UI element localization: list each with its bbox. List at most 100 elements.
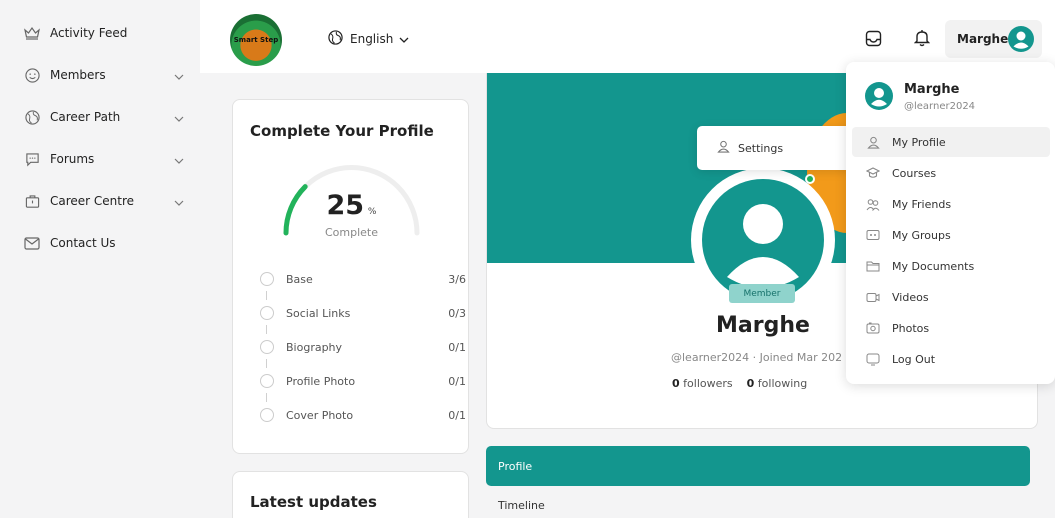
completion-step-social-links[interactable]: Social Links 0/3 (260, 304, 466, 322)
step-circle (260, 306, 274, 320)
menu-item-courses[interactable]: Courses (852, 158, 1050, 188)
user-menu-button[interactable]: Marghe (945, 20, 1042, 58)
step-circle (260, 374, 274, 388)
sidebar-item-label: Career Path (50, 110, 121, 124)
sidebar-item-career-centre[interactable]: Career Centre (10, 180, 200, 222)
member-badge: Member (729, 284, 795, 303)
sidebar-item-label: Activity Feed (50, 26, 128, 40)
globe-icon (328, 30, 343, 48)
menu-item-log-out[interactable]: Log Out (852, 344, 1050, 374)
user-name: Marghe (957, 32, 1009, 46)
site-logo[interactable]: Smart Step (230, 14, 282, 66)
step-label: Base (286, 272, 313, 286)
sidebar-item-label: Members (50, 68, 106, 82)
chevron-down-icon[interactable] (174, 153, 184, 167)
menu-item-label: My Groups (892, 228, 951, 242)
followers-label[interactable]: followers (683, 377, 732, 390)
step-count: 0/1 (448, 340, 466, 354)
logo-text: Smart Step (233, 36, 279, 44)
user-icon (717, 140, 730, 156)
user-avatar-icon (702, 179, 824, 301)
language-selector[interactable]: English (328, 30, 409, 48)
card-title: Latest updates (250, 493, 377, 511)
menu-item-my-documents[interactable]: My Documents (852, 251, 1050, 281)
chevron-down-icon[interactable] (174, 111, 184, 125)
friends-icon (866, 197, 880, 211)
following-label[interactable]: following (758, 377, 807, 390)
menu-item-photos[interactable]: Photos (852, 313, 1050, 343)
tab-profile[interactable]: Profile (486, 446, 1030, 486)
percent-number: 25 (326, 190, 365, 221)
user-icon (866, 135, 880, 149)
profile-meta: @learner2024 · Joined Mar 2024 (671, 351, 841, 364)
groups-icon (866, 228, 880, 242)
completion-step-biography[interactable]: Biography 0/1 (260, 338, 466, 356)
sidebar-item-contact-us[interactable]: Contact Us (10, 222, 200, 264)
menu-item-my-profile[interactable]: My Profile (852, 127, 1050, 157)
completion-percent: 25 % (233, 190, 470, 221)
chevron-down-icon[interactable] (174, 195, 184, 209)
completion-step-base[interactable]: Base 3/6 (260, 270, 466, 288)
step-count: 0/1 (448, 408, 466, 422)
sidebar-item-career-path[interactable]: Career Path (10, 96, 200, 138)
sidebar: Activity Feed Members Career Path Forums (10, 12, 200, 518)
step-connector (266, 359, 267, 368)
chevron-down-icon[interactable] (174, 69, 184, 83)
logout-icon (866, 352, 880, 366)
sidebar-item-members[interactable]: Members (10, 54, 200, 96)
step-label: Social Links (286, 306, 351, 320)
menu-item-label: My Friends (892, 197, 952, 211)
bell-icon[interactable] (913, 29, 931, 50)
menu-user-handle: @learner2024 (904, 101, 976, 112)
menu-item-label: Log Out (892, 352, 936, 366)
chevron-down-icon (399, 32, 409, 46)
sidebar-item-label: Contact Us (50, 236, 116, 250)
step-label: Cover Photo (286, 408, 354, 422)
followers-count: 0 (672, 377, 680, 390)
menu-item-label: Videos (892, 290, 929, 304)
avatar (865, 82, 893, 113)
step-circle (260, 340, 274, 354)
menu-item-videos[interactable]: Videos (852, 282, 1050, 312)
envelope-icon (24, 235, 40, 251)
folder-icon (866, 259, 880, 273)
settings-label: Settings (738, 141, 784, 155)
sidebar-item-label: Forums (50, 152, 95, 166)
following-count: 0 (746, 377, 755, 390)
online-status-dot (805, 174, 815, 184)
step-connector (266, 325, 267, 334)
step-connector (266, 291, 267, 300)
step-circle (260, 408, 274, 422)
avatar (1008, 26, 1034, 55)
language-label: English (350, 32, 394, 46)
menu-item-label: My Profile (892, 135, 946, 149)
tab-timeline[interactable]: Timeline (498, 499, 545, 512)
photo-icon (866, 321, 880, 335)
latest-updates-card: Latest updates (232, 471, 469, 518)
step-label: Profile Photo (286, 374, 356, 388)
profile-completion-card: Complete Your Profile 25 % Complete Base… (232, 99, 469, 454)
menu-item-my-friends[interactable]: My Friends (852, 189, 1050, 219)
card-title: Complete Your Profile (250, 122, 434, 140)
sidebar-item-forums[interactable]: Forums (10, 138, 200, 180)
settings-popover[interactable]: Settings (697, 126, 853, 170)
completion-step-profile-photo[interactable]: Profile Photo 0/1 (260, 372, 466, 390)
follow-stats: 0 followers 0 following (672, 377, 807, 390)
sidebar-item-activity-feed[interactable]: Activity Feed (10, 12, 200, 54)
percent-unit: % (367, 207, 377, 217)
menu-item-my-groups[interactable]: My Groups (852, 220, 1050, 250)
completion-label: Complete (324, 226, 378, 239)
menu-item-label: Photos (892, 321, 930, 335)
menu-user-name: Marghe (904, 82, 960, 97)
globe-icon (24, 109, 40, 125)
video-icon (866, 290, 880, 304)
step-count: 0/1 (448, 374, 466, 388)
completion-step-cover-photo[interactable]: Cover Photo 0/1 (260, 406, 466, 424)
graduation-cap-icon (866, 166, 880, 180)
briefcase-icon (24, 193, 40, 209)
step-label: Biography (286, 340, 343, 354)
smiley-icon (24, 67, 40, 83)
inbox-icon[interactable] (865, 30, 882, 50)
step-count: 3/6 (448, 272, 466, 286)
menu-item-label: My Documents (892, 259, 975, 273)
